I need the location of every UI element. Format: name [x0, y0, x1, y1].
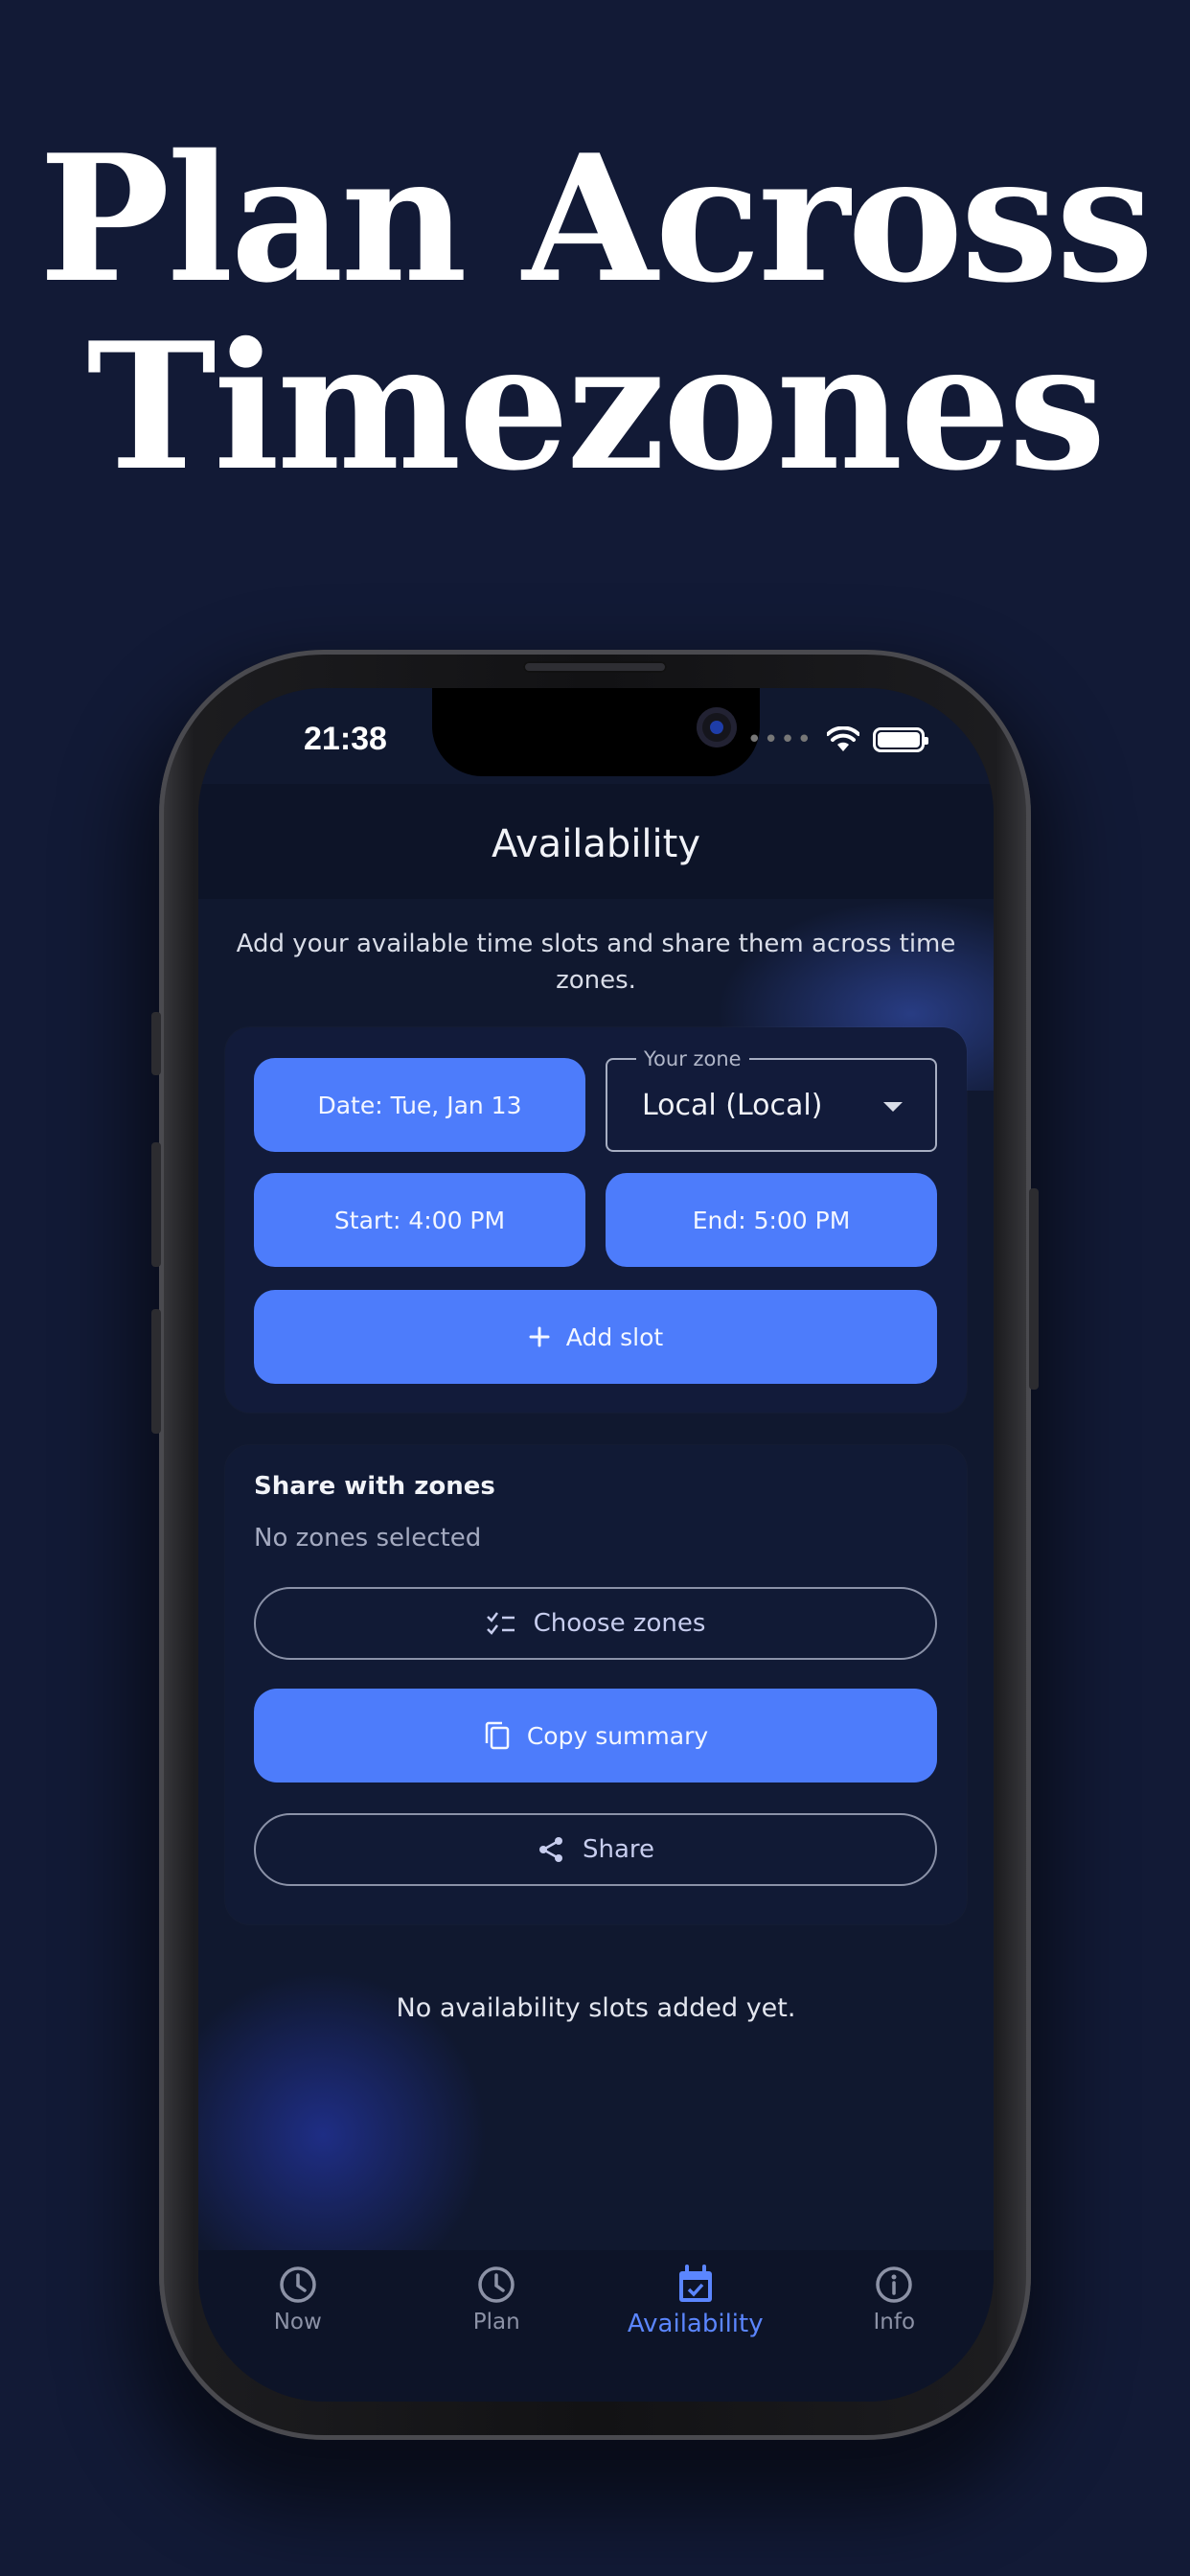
- copy-summary-label: Copy summary: [526, 1721, 709, 1750]
- share-icon: [538, 1837, 562, 1862]
- choose-zones-button[interactable]: Choose zones: [254, 1587, 937, 1660]
- clock-icon: [478, 2266, 515, 2303]
- zone-label: Your zone: [636, 1046, 749, 1072]
- add-slot-button[interactable]: Add slot: [254, 1290, 937, 1384]
- date-button-label: Date: Tue, Jan 13: [317, 1091, 522, 1119]
- phone-side-button: [1029, 1188, 1039, 1390]
- end-time-label: End: 5:00 PM: [692, 1206, 851, 1234]
- zone-select[interactable]: Your zone Local (Local): [606, 1046, 937, 1152]
- date-button[interactable]: Date: Tue, Jan 13: [254, 1058, 585, 1152]
- nav-item-info[interactable]: Info: [795, 2250, 995, 2402]
- info-icon: [876, 2266, 912, 2303]
- share-status: No zones selected: [254, 1524, 482, 1552]
- wifi-icon: [827, 726, 859, 751]
- status-time: 21:38: [304, 721, 387, 757]
- intro-text: Add your available time slots and share …: [236, 930, 956, 995]
- bottom-nav: Now Plan Availability Info: [198, 2250, 994, 2402]
- share-button[interactable]: Share: [254, 1813, 937, 1886]
- share-label: Share: [582, 1835, 655, 1864]
- nav-item-availability[interactable]: Availability: [596, 2250, 795, 2402]
- copy-summary-button[interactable]: Copy summary: [254, 1689, 937, 1782]
- checklist-icon: [486, 1612, 515, 1635]
- hero-title-line-2: Timezones: [86, 304, 1106, 509]
- phone-screen: 21:38 •••• Availability Add your availab…: [198, 688, 994, 2402]
- signal-dots-icon: ••••: [746, 725, 813, 754]
- dropdown-arrow-icon: [883, 1102, 903, 1112]
- end-time-button[interactable]: End: 5:00 PM: [606, 1173, 937, 1267]
- status-icons: ••••: [746, 725, 928, 754]
- empty-state-text: No availability slots added yet.: [396, 1993, 796, 2023]
- add-slot-label: Add slot: [565, 1322, 664, 1351]
- start-time-label: Start: 4:00 PM: [333, 1206, 506, 1234]
- phone-side-button: [151, 1012, 161, 1075]
- clock-icon: [280, 2266, 316, 2303]
- phone-speaker: [523, 661, 667, 673]
- nav-label-plan: Plan: [472, 2310, 520, 2334]
- nav-label-now: Now: [273, 2310, 322, 2334]
- zone-value: Local (Local): [642, 1089, 823, 1122]
- page-title: Availability: [491, 822, 701, 866]
- plus-icon: [529, 1326, 550, 1347]
- share-heading: Share with zones: [254, 1472, 495, 1501]
- nav-label-availability: Availability: [627, 2310, 764, 2338]
- front-camera: [697, 707, 737, 748]
- hero-title-line-1: Plan Across: [38, 116, 1155, 321]
- hero-title: Plan Across Timezones: [0, 125, 1190, 500]
- battery-icon: [873, 727, 928, 752]
- copy-icon: [485, 1721, 510, 1750]
- phone-side-button: [151, 1309, 161, 1434]
- calendar-check-icon: [678, 2265, 712, 2302]
- nav-item-plan[interactable]: Plan: [398, 2250, 597, 2402]
- nav-item-now[interactable]: Now: [198, 2250, 398, 2402]
- notch: [432, 688, 760, 776]
- choose-zones-label: Choose zones: [533, 1609, 706, 1638]
- phone-side-button: [151, 1142, 161, 1267]
- nav-label-info: Info: [873, 2310, 916, 2334]
- start-time-button[interactable]: Start: 4:00 PM: [254, 1173, 585, 1267]
